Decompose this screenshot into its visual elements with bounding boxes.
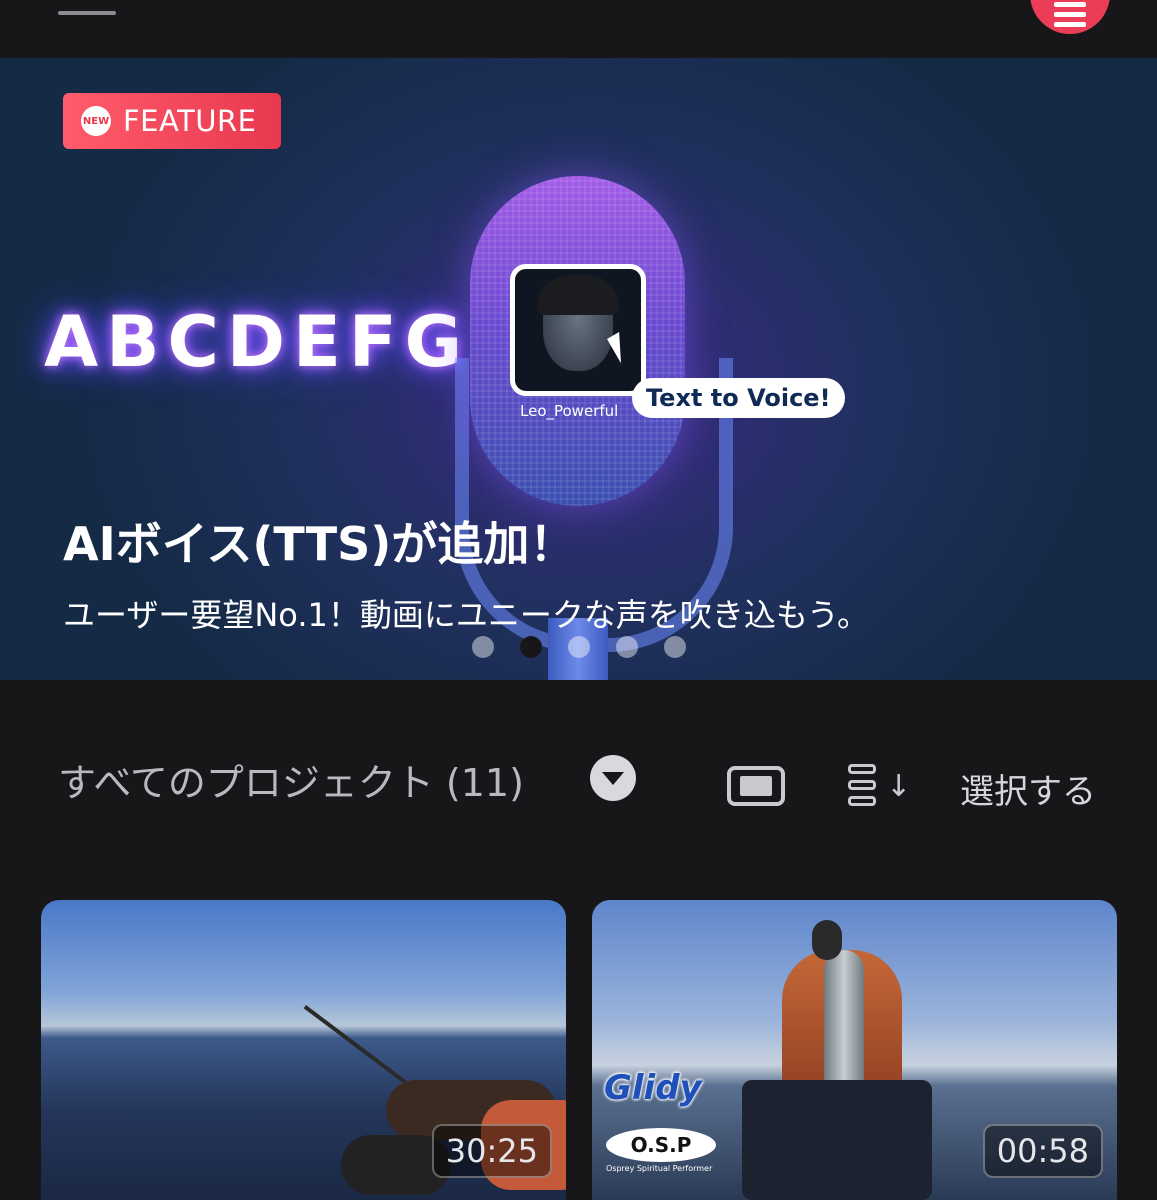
glidy-logo: Glidy	[604, 1068, 702, 1108]
view-mode-icon[interactable]	[727, 766, 785, 806]
project-card[interactable]: Glidy O.S.P Osprey Spiritual Performer 0…	[592, 900, 1117, 1200]
kayak	[742, 1080, 932, 1200]
pager-dot[interactable]	[616, 636, 638, 658]
feature-banner[interactable]: NEW FEATURE ABCDEFG Leo_Powerful Text to…	[0, 58, 1157, 680]
duration-badge: 30:25	[431, 1124, 552, 1178]
select-button[interactable]: 選択する	[960, 764, 1096, 813]
banner-title: AIボイス(TTS)が追加！	[63, 517, 576, 571]
project-card[interactable]: 30:25	[41, 900, 566, 1200]
feature-badge: NEW FEATURE	[63, 93, 281, 149]
badge-label: FEATURE	[123, 104, 257, 138]
duration-badge: 00:58	[982, 1124, 1103, 1178]
sort-icon[interactable]: ↓	[848, 762, 911, 810]
pager-dot[interactable]	[472, 636, 494, 658]
pager-dot-active[interactable]	[520, 636, 542, 658]
banner-pager[interactable]	[472, 636, 686, 658]
osp-logo: O.S.P	[606, 1128, 716, 1162]
banner-subtitle: ユーザー要望No.1！動画にユニークな声を吹き込もう。	[63, 596, 869, 634]
new-badge-icon: NEW	[81, 106, 111, 136]
angler-hand	[812, 920, 842, 960]
pager-dot[interactable]	[664, 636, 686, 658]
pager-dot[interactable]	[568, 636, 590, 658]
cursor-icon	[607, 332, 634, 364]
top-bar	[0, 0, 1157, 58]
avatar-name: Leo_Powerful	[520, 402, 619, 420]
projects-title[interactable]: すべてのプロジェクト (11)	[58, 752, 524, 807]
top-menu-button[interactable]	[1030, 0, 1110, 34]
voice-avatar	[510, 264, 646, 396]
avatar-hair	[537, 275, 619, 315]
sound-wave-icon	[717, 228, 1147, 448]
osp-logo-caption: Osprey Spiritual Performer	[606, 1164, 713, 1173]
filter-dropdown-icon[interactable]	[590, 755, 636, 801]
menu-icon[interactable]	[58, 11, 116, 15]
glow-text: ABCDEFG	[44, 301, 471, 383]
